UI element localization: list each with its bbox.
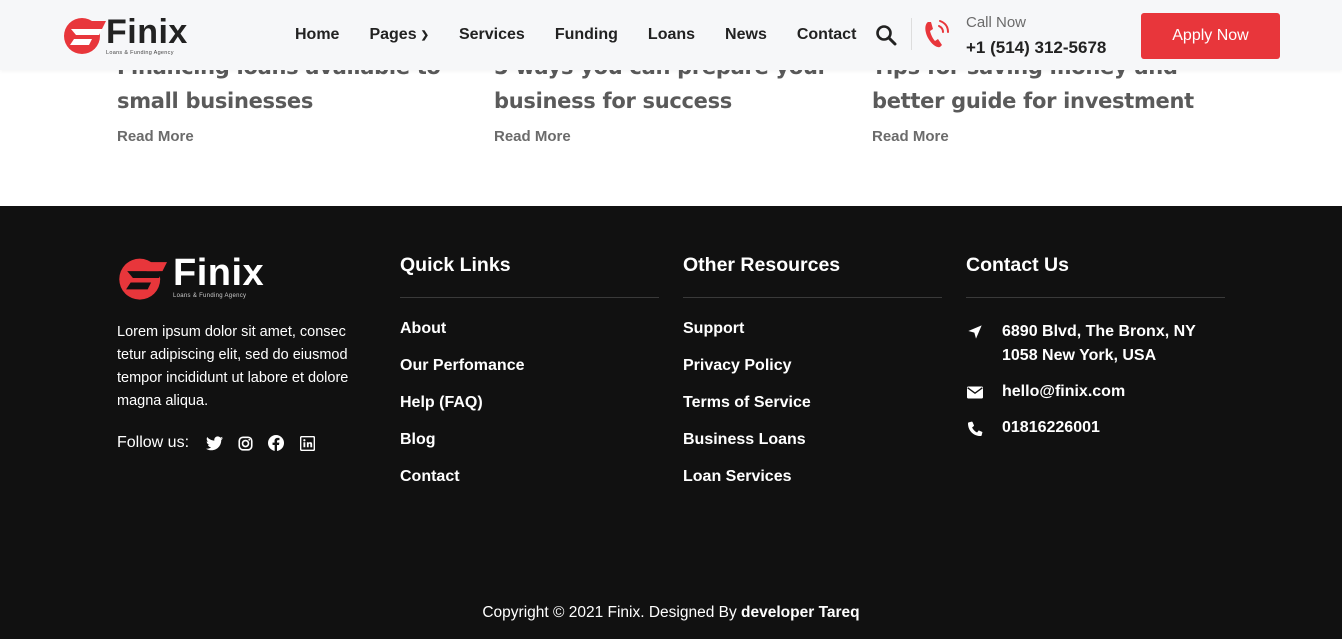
brand-name: Finix	[106, 13, 188, 51]
nav-news[interactable]: News	[725, 26, 767, 44]
contact-email: hello@finix.com	[966, 380, 1225, 404]
phone-icon	[966, 419, 984, 437]
envelope-icon	[966, 383, 984, 401]
footer-link-about[interactable]: About	[400, 320, 659, 357]
nav-home[interactable]: Home	[295, 26, 339, 44]
brand-tagline: Loans & Funding Agency	[173, 293, 247, 299]
footer-link-business-loans[interactable]: Business Loans	[683, 431, 942, 468]
footer-link-privacy[interactable]: Privacy Policy	[683, 357, 942, 394]
copyright: Copyright © 2021 Finix. Designed By deve…	[0, 604, 1342, 622]
nav-contact[interactable]: Contact	[797, 26, 857, 44]
footer-link-support[interactable]: Support	[683, 320, 942, 357]
quick-links-title: Quick Links	[400, 254, 659, 298]
contact-list: 6890 Blvd, The Bronx, NY 1058 New York, …	[966, 320, 1225, 440]
nav-pages[interactable]: Pages ❯	[369, 26, 429, 44]
footer-link-loan-services[interactable]: Loan Services	[683, 468, 942, 505]
site-footer: Finix Loans & Funding Agency Lorem ipsum…	[0, 206, 1342, 639]
facebook-icon[interactable]	[267, 434, 285, 452]
footer-link-contact[interactable]: Contact	[400, 468, 659, 505]
follow-label: Follow us:	[117, 434, 190, 451]
quick-links-list: About Our Perfomance Help (FAQ) Blog Con…	[400, 320, 659, 505]
search-icon	[876, 25, 897, 46]
phone-ringing-icon	[925, 20, 949, 48]
resources-column: Other Resources Support Privacy Policy T…	[683, 254, 942, 505]
main-nav: Home Pages ❯ Services Funding Loans News …	[295, 26, 886, 44]
chevron-down-icon: ❯	[420, 29, 429, 41]
copyright-text: Copyright © 2021 Finix. Designed By	[482, 604, 737, 621]
address-line: 1058 New York, USA	[1002, 347, 1157, 364]
nav-label: Pages	[369, 26, 417, 43]
blog-title-line[interactable]: small businesses	[117, 84, 457, 118]
nav-funding[interactable]: Funding	[555, 26, 618, 44]
nav-loans[interactable]: Loans	[648, 26, 695, 44]
email-link[interactable]: hello@finix.com	[1002, 380, 1125, 404]
contact-title: Contact Us	[966, 254, 1225, 298]
nav-label: Home	[295, 26, 340, 43]
nav-label: News	[725, 26, 767, 43]
contact-address: 6890 Blvd, The Bronx, NY 1058 New York, …	[966, 320, 1225, 368]
linkedin-icon[interactable]	[298, 434, 316, 452]
read-more-link[interactable]: Read More	[494, 128, 834, 145]
footer-link-blog[interactable]: Blog	[400, 431, 659, 468]
site-header: Finix Loans & Funding Agency Home Pages ❯…	[0, 0, 1342, 70]
read-more-link[interactable]: Read More	[117, 128, 457, 145]
blog-title-line[interactable]: business for success	[494, 84, 834, 118]
nav-label: Loans	[647, 26, 696, 43]
blog-title-line[interactable]: better guide for investment	[872, 84, 1212, 118]
footer-about-text: Lorem ipsum dolor sit amet, consec tetur…	[117, 324, 349, 409]
footer-link-performance[interactable]: Our Perfomance	[400, 357, 659, 394]
header-divider	[911, 18, 912, 50]
brand-name: Finix	[173, 252, 265, 294]
resources-list: Support Privacy Policy Terms of Service …	[683, 320, 942, 505]
finix-logo-icon	[119, 258, 167, 300]
header-logo[interactable]: Finix Loans & Funding Agency	[62, 15, 188, 56]
call-now-label: Call Now	[966, 14, 1027, 31]
contact-column: Contact Us 6890 Blvd, The Bronx, NY 1058…	[966, 254, 1225, 452]
read-more-link[interactable]: Read More	[872, 128, 1212, 145]
resources-title: Other Resources	[683, 254, 942, 298]
nav-label: Services	[458, 26, 525, 43]
search-button[interactable]	[875, 24, 897, 46]
follow-us: Follow us:	[117, 434, 329, 452]
nav-label: Funding	[554, 26, 618, 43]
location-arrow-icon	[966, 323, 984, 341]
call-number[interactable]: +1 (514) 312-5678	[966, 38, 1106, 58]
nav-services[interactable]: Services	[459, 26, 525, 44]
contact-phone: 01816226001	[966, 416, 1225, 440]
apply-now-button[interactable]: Apply Now	[1141, 13, 1280, 59]
copyright-author-link[interactable]: developer Tareq	[741, 604, 860, 621]
footer-link-help[interactable]: Help (FAQ)	[400, 394, 659, 431]
address-line: 6890 Blvd, The Bronx, NY	[1002, 323, 1196, 340]
footer-logo[interactable]: Finix Loans & Funding Agency	[117, 254, 264, 302]
brand-tagline: Loans & Funding Agency	[106, 50, 174, 56]
quick-links-column: Quick Links About Our Perfomance Help (F…	[400, 254, 659, 505]
instagram-icon[interactable]	[236, 434, 254, 452]
finix-logo-icon	[64, 18, 106, 54]
nav-label: Contact	[796, 26, 857, 43]
twitter-icon[interactable]	[205, 434, 223, 452]
phone-link[interactable]: 01816226001	[1002, 416, 1100, 440]
footer-link-terms[interactable]: Terms of Service	[683, 394, 942, 431]
